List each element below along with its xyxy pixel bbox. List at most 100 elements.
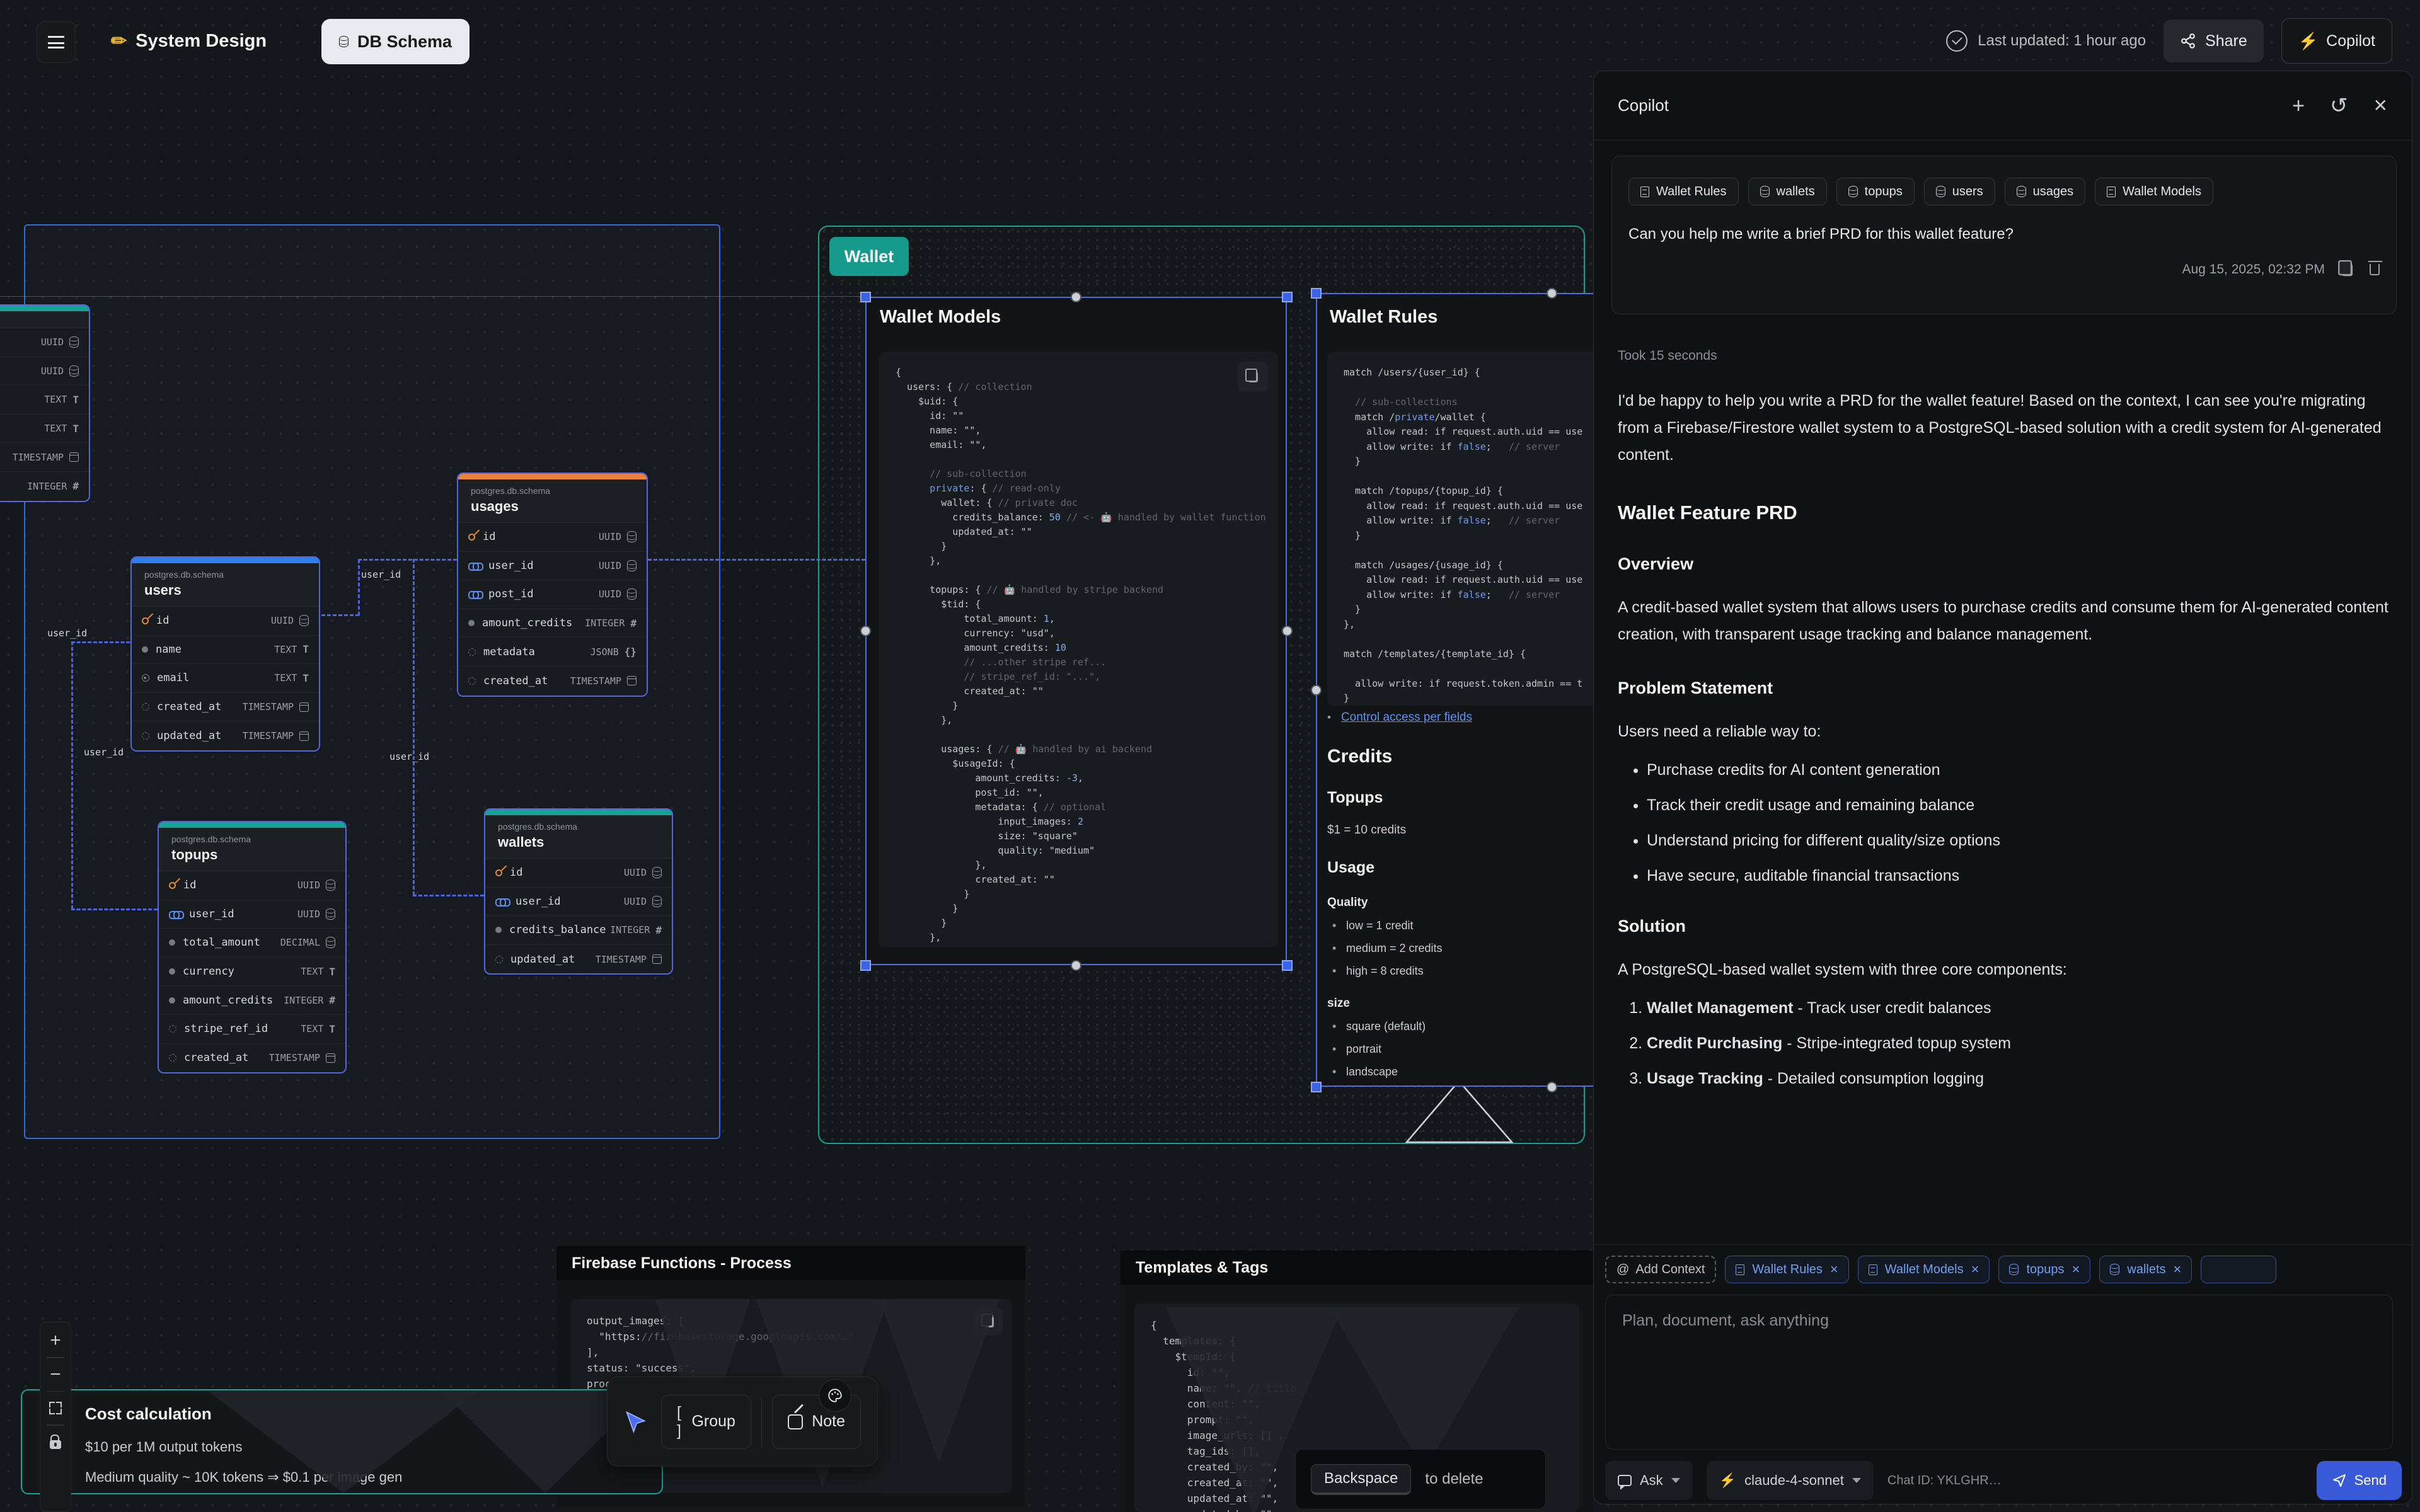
selection-handle[interactable] — [1282, 960, 1293, 971]
context-chip-usages[interactable]: usages — [2005, 178, 2086, 205]
copilot-toggle-button[interactable]: ⚡ Copilot — [2281, 18, 2392, 64]
erd-table-wallets[interactable]: postgres.db.schemawalletsidUUIDuser_idUU… — [484, 808, 673, 975]
cursor-icon[interactable] — [624, 1408, 647, 1436]
table-field-row[interactable]: user_idUUID — [485, 888, 672, 917]
zoom-out-button[interactable]: − — [42, 1360, 69, 1389]
selection-handle[interactable] — [860, 292, 871, 302]
style-palette-button[interactable] — [819, 1379, 851, 1412]
wallet-models-codebox[interactable]: { users: { // collection $uid: { id: "" … — [879, 352, 1278, 947]
doc-icon — [1736, 1264, 1744, 1275]
key-icon — [168, 881, 178, 891]
table-field-row[interactable]: TEXTT — [0, 386, 89, 415]
group-button[interactable]: [ ] Group — [661, 1395, 751, 1449]
menu-button[interactable] — [37, 21, 76, 63]
table-field-row[interactable]: created_atTIMESTAMP — [132, 693, 319, 722]
remove-chip-icon[interactable]: × — [1830, 1261, 1838, 1278]
wallet-models-card[interactable]: Wallet Models { users: { // collection $… — [865, 297, 1287, 965]
erd-table-usages[interactable]: postgres.db.schemausagesidUUIDuser_idUUI… — [457, 472, 648, 697]
remove-chip-icon[interactable]: × — [2072, 1261, 2080, 1278]
fit-view-button[interactable] — [42, 1394, 69, 1423]
table-field-row[interactable]: post_idUUID — [458, 580, 647, 609]
selection-handle[interactable] — [1311, 1082, 1322, 1092]
response-heading: Overview — [1618, 554, 2395, 574]
selection-handle[interactable] — [1071, 960, 1081, 971]
selection-handle[interactable] — [1282, 626, 1293, 636]
wallet-group-label[interactable]: Wallet — [829, 237, 909, 276]
new-chat-button[interactable]: + — [2292, 95, 2305, 117]
chat-input[interactable]: Plan, document, ask anything — [1605, 1295, 2393, 1450]
field-name: name — [156, 643, 182, 656]
composer-context-chip-wallet-rules[interactable]: Wallet Rules× — [1725, 1256, 1848, 1283]
table-field-row[interactable]: amount_creditsINTEGER# — [458, 609, 647, 638]
selection-handle[interactable] — [1071, 292, 1081, 302]
close-panel-button[interactable]: ✕ — [2373, 97, 2388, 115]
composer-context-chip-topups[interactable]: topups× — [1998, 1256, 2090, 1283]
delete-message-button[interactable] — [2370, 264, 2380, 275]
share-button[interactable]: Share — [2164, 20, 2264, 62]
erd-table-users[interactable]: postgres.db.schemausersidUUIDnameTEXTTem… — [130, 556, 320, 752]
table-field-row[interactable]: created_atTIMESTAMP — [159, 1044, 345, 1073]
erd-table-topups[interactable]: postgres.db.schematopupsidUUIDuser_idUUI… — [158, 821, 347, 1074]
lock-canvas-button[interactable] — [42, 1428, 69, 1457]
link-icon — [169, 910, 182, 918]
context-chip-users[interactable]: users — [1924, 178, 1995, 205]
table-field-row[interactable]: TIMESTAMP — [0, 443, 89, 472]
table-field-row[interactable]: idUUID — [132, 607, 319, 636]
composer: @ Add Context Wallet Rules× Wallet Models… — [1605, 1254, 2402, 1500]
mode-select[interactable]: Ask — [1605, 1461, 1693, 1500]
remove-chip-icon[interactable]: × — [1971, 1261, 1979, 1278]
chat-history-button[interactable]: ↺ — [2330, 95, 2348, 117]
composer-context-chip-wallets[interactable]: wallets× — [2099, 1256, 2192, 1283]
selection-handle[interactable] — [860, 960, 871, 971]
selection-handle[interactable] — [1311, 685, 1322, 696]
table-field-row[interactable]: UUID — [0, 357, 89, 386]
table-field-row[interactable]: TEXTT — [0, 415, 89, 444]
selection-handle[interactable] — [860, 626, 871, 636]
table-field-row[interactable]: updated_atTIMESTAMP — [485, 945, 672, 974]
copy-code-button[interactable] — [1238, 362, 1268, 392]
table-field-row[interactable]: user_idUUID — [458, 552, 647, 581]
table-field-row[interactable]: nameTEXTT — [132, 636, 319, 665]
context-chip-wallet-rules[interactable]: Wallet Rules — [1628, 178, 1739, 205]
selection-handle[interactable] — [1547, 288, 1557, 299]
table-field-row[interactable]: stripe_ref_idTEXTT — [159, 1015, 345, 1044]
quality-heading: Quality — [1327, 896, 1586, 910]
table-field-row[interactable]: emailTEXTT — [132, 664, 319, 693]
model-select[interactable]: ⚡ claude-4-sonnet — [1707, 1461, 1874, 1500]
copy-message-button[interactable] — [2342, 263, 2353, 276]
fk-connector — [71, 641, 73, 909]
database-icon — [339, 36, 349, 47]
quality-list: low = 1 creditmedium = 2 creditshigh = 8… — [1327, 919, 1586, 978]
table-field-row[interactable]: amount_creditsINTEGER# — [159, 986, 345, 1015]
fk-connector — [358, 559, 360, 616]
add-context-button[interactable]: @ Add Context — [1605, 1256, 1716, 1283]
zoom-in-button[interactable]: + — [42, 1326, 69, 1355]
context-chip-topups[interactable]: topups — [1836, 178, 1915, 205]
table-field-row[interactable]: UUID — [0, 328, 89, 357]
context-chip-wallet-models[interactable]: Wallet Models — [2095, 178, 2213, 205]
control-access-link[interactable]: Control access per fields — [1341, 711, 1472, 724]
context-chip-wallets[interactable]: wallets — [1748, 178, 1827, 205]
table-field-row[interactable]: currencyTEXTT — [159, 958, 345, 987]
table-field-row[interactable]: INTEGER# — [0, 472, 89, 501]
note-button[interactable]: Note — [772, 1395, 861, 1449]
selection-handle[interactable] — [1547, 1082, 1557, 1092]
table-field-row[interactable]: updated_atTIMESTAMP — [132, 721, 319, 750]
table-field-row[interactable]: credits_balanceINTEGER# — [485, 916, 672, 945]
erd-table-partial[interactable]: UUIDUUIDTEXTTTEXTTTIMESTAMPINTEGER# — [0, 304, 90, 502]
table-field-row[interactable]: user_idUUID — [159, 900, 345, 929]
response-numbered-item: Credit Purchasing - Stripe-integrated to… — [1647, 1033, 2395, 1054]
composer-context-chip-wallet-models[interactable]: Wallet Models× — [1858, 1256, 1990, 1283]
table-field-row[interactable]: metadataJSONB{} — [458, 638, 647, 667]
table-field-row[interactable]: total_amountDECIMAL — [159, 929, 345, 958]
send-button[interactable]: Send — [2317, 1461, 2402, 1500]
selection-handle[interactable] — [1282, 292, 1293, 302]
table-header: postgres.db.schematopups — [159, 828, 345, 871]
selection-handle[interactable] — [1311, 288, 1322, 299]
table-field-row[interactable]: idUUID — [458, 523, 647, 552]
table-field-row[interactable]: idUUID — [485, 859, 672, 888]
remove-chip-icon[interactable]: × — [2174, 1261, 2182, 1278]
table-field-row[interactable]: created_atTIMESTAMP — [458, 667, 647, 696]
table-field-row[interactable]: idUUID — [159, 871, 345, 900]
tab-db-schema[interactable]: DB Schema — [321, 19, 470, 64]
